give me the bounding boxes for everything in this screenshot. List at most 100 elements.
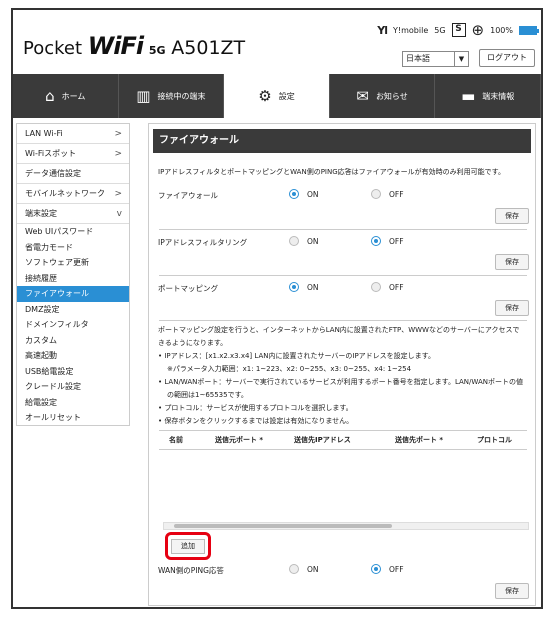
sidebar-subitem[interactable]: カスタム bbox=[17, 333, 129, 349]
tab-notices[interactable]: ✉ お知らせ bbox=[330, 74, 436, 118]
ipfilter-on-label: ON bbox=[307, 237, 319, 246]
ipfilter-off-label: OFF bbox=[389, 237, 404, 246]
tab-label: お知らせ bbox=[375, 91, 408, 101]
tab-label: 端末情報 bbox=[482, 91, 515, 101]
wanping-off-radio[interactable] bbox=[371, 564, 381, 574]
logout-button[interactable]: ログアウト bbox=[479, 49, 535, 67]
divider bbox=[159, 320, 527, 321]
ipfilter-on-radio[interactable] bbox=[289, 236, 299, 246]
sidebar-item-device-settings[interactable]: 端末設定 v bbox=[17, 204, 129, 224]
chevron-right-icon: > bbox=[114, 189, 122, 199]
tab-devices[interactable]: ▥ 接続中の端末 bbox=[119, 74, 225, 118]
wanping-on-radio[interactable] bbox=[289, 564, 299, 574]
tab-device-info[interactable]: ▬ 端末情報 bbox=[435, 74, 541, 118]
portmap-on-label: ON bbox=[307, 283, 319, 292]
mail-icon: ✉ bbox=[356, 87, 369, 105]
device-info-icon: ▬ bbox=[461, 87, 476, 105]
carrier-name: Y!mobile bbox=[393, 25, 429, 35]
save-button[interactable]: 保存 bbox=[495, 254, 529, 270]
home-icon: ⌂ bbox=[45, 87, 55, 105]
sidebar-item-label: モバイルネットワーク bbox=[25, 189, 105, 198]
chevron-down-icon: v bbox=[116, 209, 122, 219]
logo-prefix: Pocket bbox=[23, 38, 83, 59]
sidebar-subitem[interactable]: ソフトウェア更新 bbox=[17, 255, 129, 271]
sidebar: LAN Wi-Fi > Wi-Fiスポット > データ通信設定 モバイルネットワーク… bbox=[16, 123, 130, 426]
globe-icon: ⊕ bbox=[471, 21, 485, 39]
tab-label: ホーム bbox=[61, 91, 86, 101]
sidebar-subitem[interactable]: オールリセット bbox=[17, 410, 129, 426]
save-button[interactable]: 保存 bbox=[495, 583, 529, 599]
page-title: ファイアウォール bbox=[153, 129, 531, 153]
sidebar-subitem-firewall[interactable]: ファイアウォール bbox=[17, 286, 129, 302]
intro-text: IPアドレスフィルタとポートマッピングとWAN側のPING応答はファイアウォール… bbox=[158, 168, 505, 176]
portmap-on-radio[interactable] bbox=[289, 282, 299, 292]
firewall-on-radio[interactable] bbox=[289, 189, 299, 199]
save-button[interactable]: 保存 bbox=[495, 300, 529, 316]
divider bbox=[159, 275, 527, 276]
tab-home[interactable]: ⌂ ホーム bbox=[13, 74, 119, 118]
sidebar-item-label: LAN Wi-Fi bbox=[25, 129, 63, 138]
horizontal-scrollbar[interactable] bbox=[163, 522, 529, 530]
sidebar-subitem[interactable]: Web UIパスワード bbox=[17, 224, 129, 240]
bullet-save: • 保存ボタンをクリックするまでは設定は有効になりません。 bbox=[158, 417, 354, 425]
sidebar-subitem[interactable]: 省電力モード bbox=[17, 240, 129, 256]
firewall-off-radio[interactable] bbox=[371, 189, 381, 199]
firewall-on-label: ON bbox=[307, 190, 319, 199]
firewall-label: ファイアウォール bbox=[158, 191, 218, 200]
chevron-right-icon: > bbox=[114, 149, 122, 159]
portmap-label: ポートマッピング bbox=[158, 284, 218, 293]
signal-icon: Yl bbox=[377, 23, 388, 37]
logo-model: A501ZT bbox=[171, 37, 246, 59]
wanping-label: WAN側のPING応答 bbox=[158, 566, 224, 575]
ipfilter-off-radio[interactable] bbox=[371, 236, 381, 246]
ipfilter-label: IPアドレスフィルタリング bbox=[158, 238, 248, 247]
column-header: 送信元ポート * bbox=[215, 436, 264, 444]
sidebar-subitem[interactable]: 接続履歴 bbox=[17, 271, 129, 287]
sidebar-item-label: Wi-Fiスポット bbox=[25, 149, 77, 158]
language-value: 日本語 bbox=[406, 54, 430, 63]
logo: Pocket WiFi 5G A501ZT bbox=[23, 32, 245, 60]
divider bbox=[159, 430, 527, 431]
logo-wifi: WiFi bbox=[87, 32, 144, 60]
sidebar-subitem[interactable]: DMZ設定 bbox=[17, 302, 129, 318]
status-bar: Yl Y!mobile 5G S ⊕ 100% bbox=[377, 21, 539, 39]
desc-text: きるようになります。 bbox=[158, 339, 228, 347]
sidebar-subitem[interactable]: 給電設定 bbox=[17, 395, 129, 411]
divider bbox=[159, 229, 527, 230]
firewall-off-label: OFF bbox=[389, 190, 404, 199]
tab-label: 接続中の端末 bbox=[157, 91, 206, 101]
column-header: 名前 bbox=[169, 436, 183, 444]
sidebar-subitem[interactable]: 高速起動 bbox=[17, 348, 129, 364]
network-type: 5G bbox=[434, 25, 446, 35]
add-button[interactable]: 追加 bbox=[171, 539, 205, 554]
battery-icon bbox=[519, 25, 539, 35]
language-select[interactable]: 日本語 ▼ bbox=[402, 51, 469, 67]
sim-badge: S bbox=[451, 23, 466, 37]
sidebar-item-wifi-spot[interactable]: Wi-Fiスポット > bbox=[17, 144, 129, 164]
save-button[interactable]: 保存 bbox=[495, 208, 529, 224]
sidebar-item-label: 端末設定 bbox=[25, 209, 57, 218]
sidebar-item-lan-wifi[interactable]: LAN Wi-Fi > bbox=[17, 124, 129, 144]
chevron-right-icon: > bbox=[114, 129, 122, 139]
bullet-port-range: の範囲は1~65535です。 bbox=[167, 391, 248, 399]
tab-label: 設定 bbox=[278, 91, 295, 101]
divider bbox=[159, 449, 527, 450]
wanping-on-label: ON bbox=[307, 565, 319, 574]
sidebar-subitem[interactable]: ドメインフィルタ bbox=[17, 317, 129, 333]
column-header: 送信先IPアドレス bbox=[294, 436, 351, 444]
portmap-off-label: OFF bbox=[389, 283, 404, 292]
tab-settings[interactable]: ⚙ 設定 bbox=[224, 74, 330, 118]
gear-icon: ⚙ bbox=[258, 87, 272, 105]
chevron-down-icon: ▼ bbox=[454, 52, 468, 66]
sidebar-item-data[interactable]: データ通信設定 bbox=[17, 164, 129, 184]
portmap-off-radio[interactable] bbox=[371, 282, 381, 292]
bullet-port: • LAN/WANポート：サーバーで実行されているサービスが利用するポート番号を… bbox=[158, 378, 523, 386]
devices-icon: ▥ bbox=[136, 87, 151, 105]
header: Pocket WiFi 5G A501ZT Yl Y!mobile 5G S ⊕… bbox=[13, 10, 541, 74]
sidebar-subitem[interactable]: クレードル設定 bbox=[17, 379, 129, 395]
sidebar-subitem[interactable]: USB給電設定 bbox=[17, 364, 129, 380]
sidebar-item-mobile-network[interactable]: モバイルネットワーク > bbox=[17, 184, 129, 204]
logo-5g: 5G bbox=[148, 44, 166, 57]
scrollbar-thumb[interactable] bbox=[174, 524, 392, 528]
wanping-off-label: OFF bbox=[389, 565, 404, 574]
